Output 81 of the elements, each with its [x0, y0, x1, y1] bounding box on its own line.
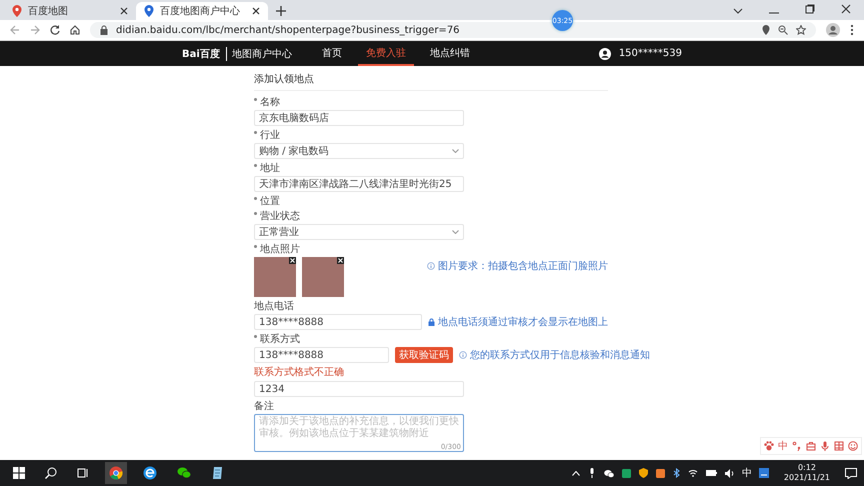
field-label: 行业: [260, 128, 280, 142]
field-label: 联系方式: [260, 332, 300, 346]
task-view-icon[interactable]: [77, 467, 89, 479]
more-vertical-icon[interactable]: [850, 24, 854, 36]
location-pin-icon[interactable]: [762, 25, 770, 35]
map-pin-icon: [144, 5, 154, 17]
app-tile-icon[interactable]: [656, 468, 665, 478]
chevron-down-icon: [452, 149, 459, 153]
star-icon[interactable]: [796, 25, 806, 35]
shield-icon[interactable]: [638, 468, 648, 478]
chevron-down-icon: [452, 230, 459, 234]
product-name: 地图商户中心: [226, 46, 292, 60]
text-field[interactable]: 京东电脑数码店: [254, 110, 464, 126]
field-label: 备注: [254, 400, 274, 413]
field-label: 名称: [260, 96, 280, 109]
nav-link[interactable]: 地点纠错: [422, 41, 478, 66]
hint-text: 地点电话须通过审核才会显示在地图上: [438, 316, 608, 329]
get-code-button[interactable]: 获取验证码: [395, 347, 453, 363]
nav-link[interactable]: 首页: [314, 41, 350, 66]
maximize-icon[interactable]: [805, 4, 815, 14]
hint-text: 图片要求：拍摄包含地点正面门脸照片: [438, 260, 608, 273]
search-icon[interactable]: [45, 467, 57, 479]
ime-mode[interactable]: 中: [778, 439, 788, 453]
text-field[interactable]: 138****8888: [254, 347, 389, 363]
smiley-icon[interactable]: [848, 441, 858, 451]
error-text: 联系方式格式不正确: [254, 366, 345, 379]
globe-e-icon[interactable]: [143, 466, 157, 480]
reload-icon[interactable]: [50, 25, 60, 35]
dropdown[interactable]: 购物 / 家电数码: [254, 143, 464, 159]
minimize-icon[interactable]: [769, 12, 779, 14]
chevron-up-icon[interactable]: [572, 470, 580, 476]
plus-icon[interactable]: [276, 6, 286, 16]
app-tile-icon[interactable]: [622, 468, 631, 478]
zoom-icon[interactable]: [778, 25, 788, 35]
paw-icon[interactable]: [764, 441, 774, 451]
input-language[interactable]: 中: [742, 466, 752, 480]
user-avatar-icon[interactable]: [598, 48, 611, 60]
field-label: 营业状态: [260, 210, 300, 223]
speaker-icon[interactable]: [724, 468, 735, 478]
tab-title: 百度地图商户中心: [160, 4, 241, 18]
chat-bubbles-icon[interactable]: [604, 468, 614, 478]
bluetooth-icon[interactable]: [672, 468, 680, 478]
logo[interactable]: Bai百度: [182, 46, 220, 60]
browser-tab[interactable]: 百度地图商户中心: [136, 2, 268, 20]
close-icon[interactable]: [841, 4, 851, 14]
battery-icon[interactable]: [706, 470, 717, 476]
close-icon[interactable]: [252, 7, 260, 15]
tab-title: 百度地图: [28, 4, 69, 18]
text-field[interactable]: 1234: [254, 381, 464, 397]
grid-icon[interactable]: [834, 441, 844, 451]
toolbox-icon[interactable]: [806, 441, 816, 451]
address-field[interactable]: didian.baidu.com/lbc/merchant/shopenterpage?business_trigger=76: [90, 22, 816, 38]
field-label: 地点照片: [260, 242, 300, 256]
text-field[interactable]: 天津市津南区津战路二八线津沽里时光街25: [254, 176, 464, 192]
lock-icon: [100, 25, 108, 35]
microphone-icon[interactable]: [588, 468, 596, 478]
hint-text: 您的联系方式仅用于信息核验和消息通知: [470, 348, 650, 362]
dropdown[interactable]: 正常营业: [254, 224, 464, 240]
chat-bubbles-icon[interactable]: [177, 466, 191, 480]
map-pin-icon: [12, 5, 22, 17]
nav-link[interactable]: 免费入驻: [358, 41, 414, 66]
clock-time[interactable]: 0:12: [798, 463, 816, 473]
windows-logo-icon[interactable]: [13, 467, 25, 479]
wifi-icon[interactable]: [688, 469, 698, 477]
home-icon[interactable]: [70, 25, 80, 35]
field-label: 地点电话: [254, 300, 294, 313]
field-label: 位置: [260, 194, 280, 208]
url-text: didian.baidu.com/lbc/merchant/shopenterpage?business_trigger=76: [116, 24, 460, 36]
close-icon[interactable]: [120, 7, 128, 15]
field-label: 地址: [260, 162, 280, 175]
browser-tab[interactable]: 百度地图: [4, 2, 136, 20]
notification-icon[interactable]: [845, 468, 857, 478]
text-field[interactable]: 138****8888: [254, 314, 422, 330]
notepad-icon[interactable]: [211, 466, 225, 480]
punctuation-icon[interactable]: [792, 441, 802, 451]
chevron-down-icon[interactable]: [733, 8, 743, 14]
section-title: 添加认领地点: [254, 72, 608, 91]
app-tile-icon[interactable]: [758, 468, 769, 478]
clock-date[interactable]: 2021/11/21: [784, 473, 830, 483]
user-name[interactable]: 150*****539: [618, 48, 682, 59]
browser-icon[interactable]: [109, 466, 123, 480]
